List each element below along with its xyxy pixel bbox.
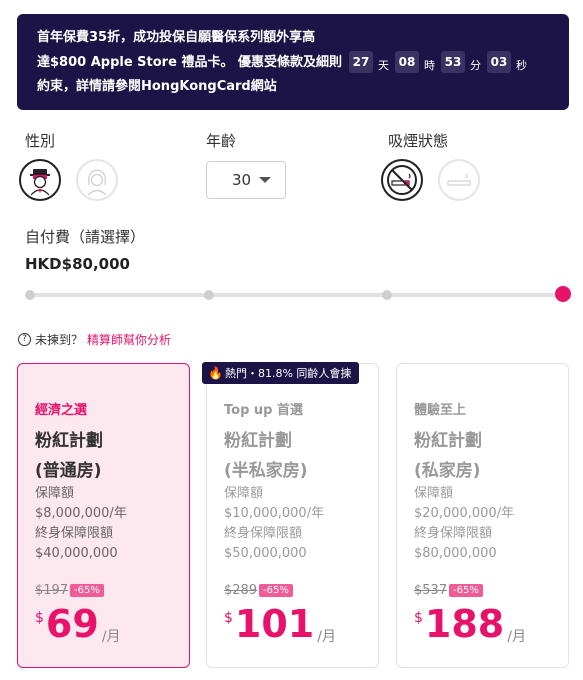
coverage-label: 保障額 <box>35 486 75 501</box>
smoking-yes-option[interactable] <box>438 159 480 201</box>
discount-badge: -65% <box>259 584 293 597</box>
lifetime-limit-value: $40,000,000 <box>35 546 118 561</box>
help-hint-text: 未揀到？ <box>35 333 84 347</box>
plan-title: 粉紅計劃 <box>414 431 482 451</box>
plan-coverage-info: 保障額 $8,000,000/年 終身保障限額 $40,000,000 <box>35 484 127 564</box>
self-pay-slider-handle[interactable] <box>555 286 571 302</box>
popular-badge: 🔥 熱門・81.8% 同齡人會揀 <box>202 362 360 384</box>
gender-label: 性別 <box>25 132 56 150</box>
popular-badge-text: 熱門・81.8% 同齡人會揀 <box>224 367 352 380</box>
promo-banner: 首年保費35折，成功投保自願醫保系列額外享高 達$800 Apple Store… <box>17 14 569 110</box>
countdown-hours-unit: 時 <box>424 59 435 72</box>
male-icon <box>24 164 56 196</box>
lifetime-limit-label: 終身保障限額 <box>35 526 114 541</box>
countdown-timer: 27 天 08 時 53 分 03 秒 <box>349 51 533 73</box>
price-value: 101 <box>234 602 315 646</box>
plan-title: 粉紅計劃 <box>224 431 292 451</box>
price-value: 69 <box>45 602 99 646</box>
flame-icon: 🔥 <box>208 366 223 380</box>
plan-coverage-info: 保障額 $10,000,000/年 終身保障限額 $50,000,000 <box>224 484 324 564</box>
plan-coverage-info: 保障額 $20,000,000/年 終身保障限額 $80,000,000 <box>414 484 514 564</box>
promo-text-line-2: 達$800 Apple Store 禮品卡。 優惠受條款及細則 <box>37 54 342 70</box>
plan-title: 粉紅計劃 <box>35 431 103 451</box>
promo-text-line-3: 約束，詳情請參閱HongKongCard網站 <box>37 79 277 94</box>
self-pay-slider-track[interactable] <box>30 293 564 297</box>
lifetime-limit-label: 終身保障限額 <box>414 526 493 541</box>
price-period: /月 <box>317 629 336 645</box>
plan-card-private[interactable]: 體驗至上 粉紅計劃 (私家房) 保障額 $20,000,000/年 終身保障限額… <box>396 363 569 668</box>
age-label: 年齡 <box>206 132 237 150</box>
gender-female-option[interactable] <box>76 159 118 201</box>
countdown-seconds: 03 <box>487 51 511 73</box>
promo-text-line-1: 首年保費35折，成功投保自願醫保系列額外享高 <box>37 30 316 45</box>
chevron-down-icon <box>259 177 271 183</box>
coverage-value: $10,000,000/年 <box>224 506 325 521</box>
price-period: /月 <box>507 629 526 645</box>
original-price: $537 <box>414 583 448 598</box>
plan-room-type: (私家房) <box>414 461 481 481</box>
countdown-days: 27 <box>349 51 373 73</box>
price-currency: $ <box>35 610 44 626</box>
countdown-days-unit: 天 <box>378 59 389 72</box>
countdown-hours: 08 <box>395 51 419 73</box>
help-hint: ? 未揀到？ 精算師幫你分析 <box>18 331 171 348</box>
no-smoking-icon <box>387 165 417 195</box>
price-value: 188 <box>424 602 505 646</box>
plan-price: $ 69 /月 <box>35 602 121 646</box>
female-icon <box>87 169 107 196</box>
cigarette-icon <box>447 173 471 186</box>
actuary-help-link[interactable]: 精算師幫你分析 <box>87 331 171 348</box>
price-currency: $ <box>224 610 233 626</box>
original-price: $197 <box>35 583 69 598</box>
plan-room-type: (普通房) <box>35 461 102 481</box>
coverage-value: $8,000,000/年 <box>35 506 127 521</box>
plan-name: 粉紅計劃 (私家房) <box>414 426 482 486</box>
countdown-minutes-unit: 分 <box>470 59 481 72</box>
lifetime-limit-value: $50,000,000 <box>224 546 307 561</box>
coverage-label: 保障額 <box>414 486 454 501</box>
countdown-minutes: 53 <box>441 51 465 73</box>
coverage-value: $20,000,000/年 <box>414 506 515 521</box>
countdown-seconds-unit: 秒 <box>516 59 527 72</box>
self-pay-amount: HKD$80,000 <box>25 255 130 273</box>
lifetime-limit-value: $80,000,000 <box>414 546 497 561</box>
plan-price: $ 188 /月 <box>414 602 526 646</box>
slider-step[interactable] <box>204 290 214 300</box>
age-select-value: 30 <box>232 171 252 189</box>
plan-tag: 經濟之選 <box>35 403 88 418</box>
plan-tag: 體驗至上 <box>414 403 467 418</box>
plan-card-economy[interactable]: 經濟之選 粉紅計劃 (普通房) 保障額 $8,000,000/年 終身保障限額 … <box>17 363 190 668</box>
gender-male-option[interactable] <box>19 159 61 201</box>
plan-name: 粉紅計劃 (半私家房) <box>224 426 308 486</box>
price-currency: $ <box>414 610 423 626</box>
lifetime-limit-label: 終身保障限額 <box>224 526 303 541</box>
slider-step[interactable] <box>382 290 392 300</box>
plan-room-type: (半私家房) <box>224 461 308 481</box>
self-pay-label: 自付費（請選擇） <box>25 228 146 246</box>
price-period: /月 <box>101 629 121 645</box>
coverage-label: 保障額 <box>224 486 264 501</box>
discount-badge: -65% <box>449 584 483 597</box>
slider-step[interactable] <box>25 290 35 300</box>
original-price: $289 <box>224 583 258 598</box>
age-select[interactable]: 30 <box>206 161 286 199</box>
plan-name: 粉紅計劃 (普通房) <box>35 426 103 486</box>
plan-card-semi-private[interactable]: Top up 首選 粉紅計劃 (半私家房) 保障額 $10,000,000/年 … <box>206 363 379 668</box>
discount-badge: -65% <box>70 584 104 597</box>
plan-tag: Top up 首選 <box>224 403 303 418</box>
smoking-no-option[interactable] <box>381 159 423 201</box>
plan-price: $ 101 /月 <box>224 602 336 646</box>
question-icon: ? <box>18 333 31 346</box>
promo-text: 首年保費35折，成功投保自願醫保系列額外享高 達$800 Apple Store… <box>37 26 367 100</box>
smoking-label: 吸煙狀態 <box>388 132 449 150</box>
